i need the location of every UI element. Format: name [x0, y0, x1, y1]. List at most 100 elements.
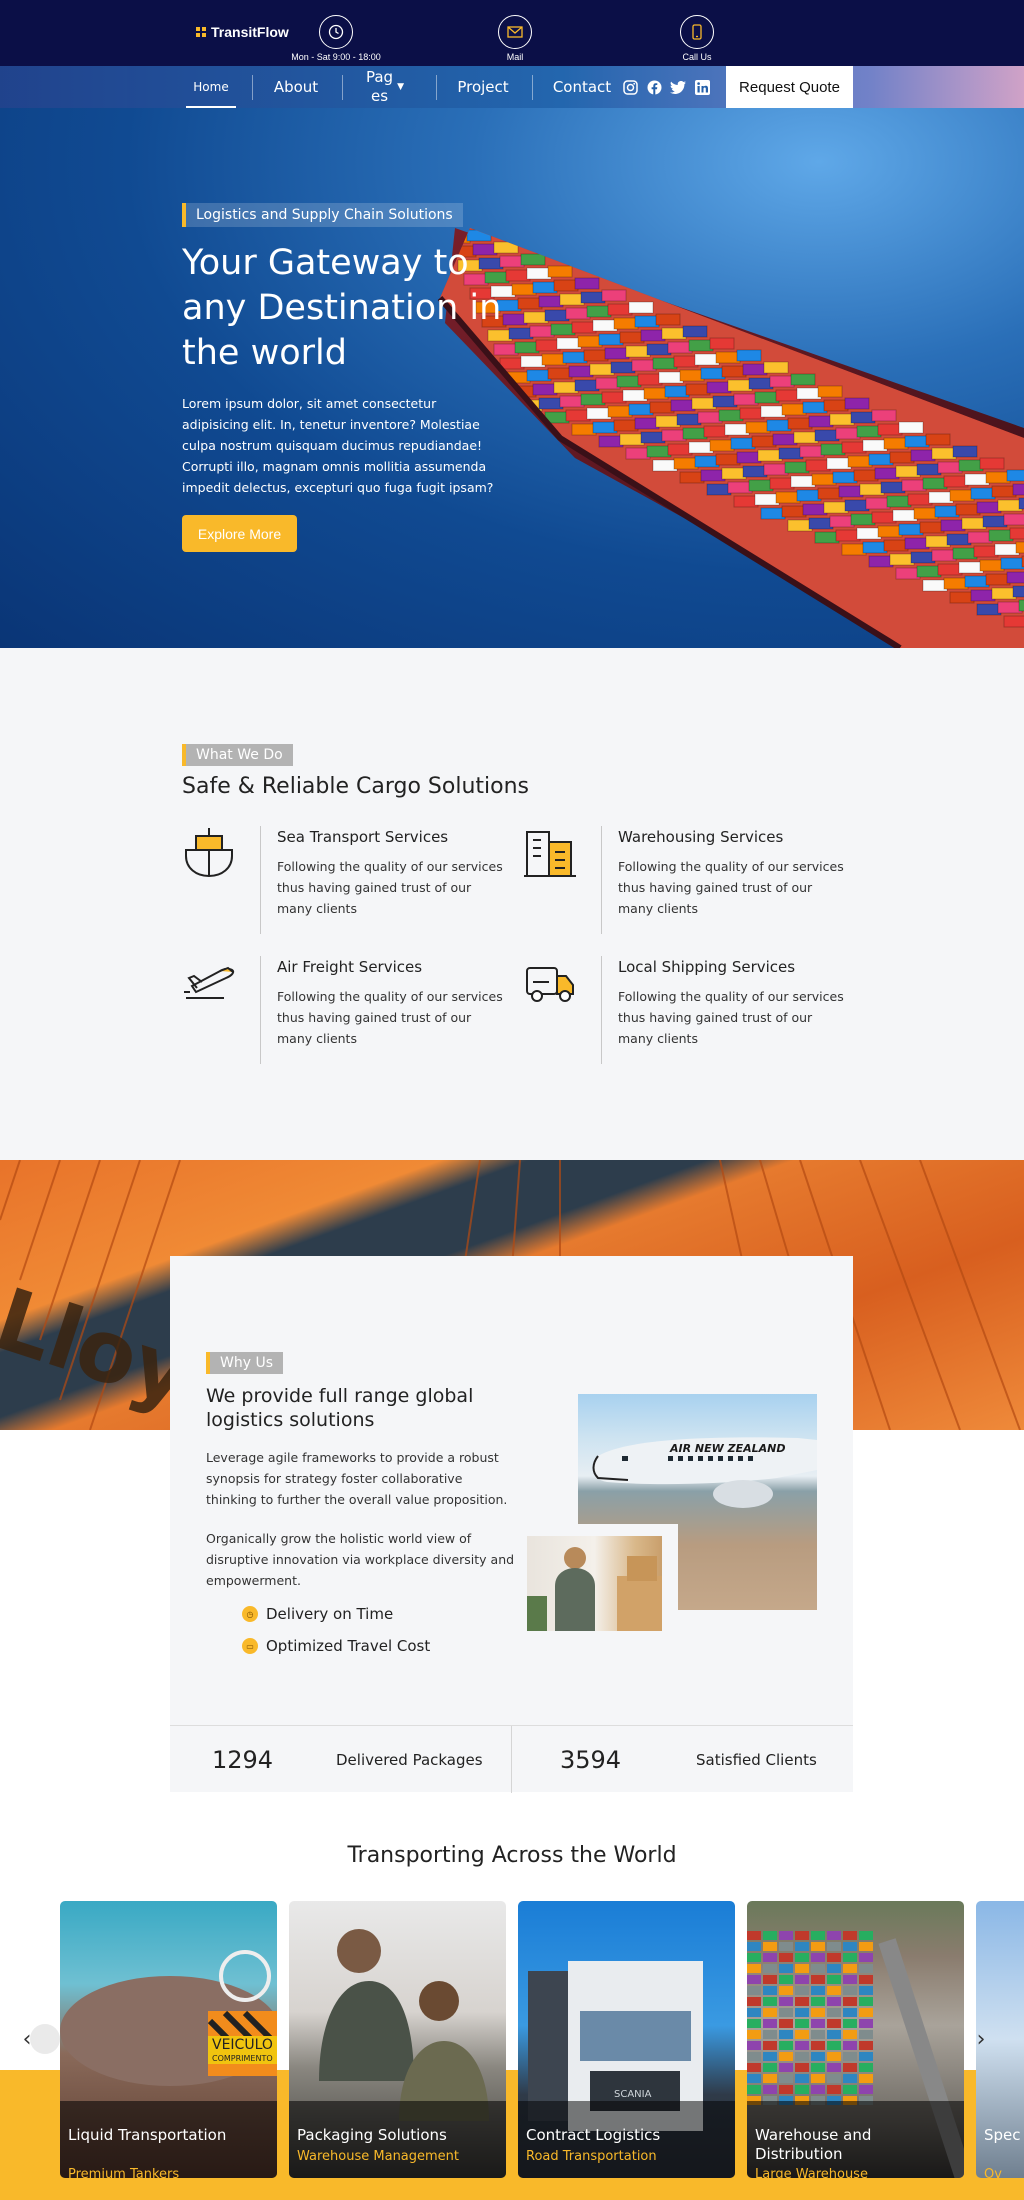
ship-container	[640, 329, 666, 342]
twitter-icon[interactable]	[669, 78, 687, 96]
port-container	[747, 2063, 761, 2072]
ship-container	[802, 401, 828, 414]
ship-container	[571, 423, 597, 436]
ship-container	[607, 303, 633, 316]
port-container	[843, 2052, 857, 2061]
stats-bar: 1294 Delivered Packages 3594 Satisfied C…	[170, 1725, 853, 1793]
ship-container	[733, 495, 759, 508]
ship-container	[625, 345, 651, 358]
ship-container	[961, 517, 987, 530]
nav-project[interactable]: Project	[448, 66, 518, 108]
brand-logo[interactable]: TransitFlow	[196, 24, 289, 40]
service-card[interactable]: Packaging Solutions Warehouse Management	[289, 1901, 506, 2178]
linkedin-icon[interactable]	[693, 78, 711, 96]
ship-container	[1012, 585, 1024, 598]
ship-container	[973, 545, 999, 558]
stat-divider	[511, 1726, 512, 1793]
ship-container	[766, 419, 792, 432]
ship-container	[742, 363, 768, 376]
facebook-icon[interactable]	[645, 78, 663, 96]
ship-container	[856, 425, 882, 438]
port-container	[779, 1942, 793, 1951]
port-container	[811, 2085, 825, 2094]
ship-container	[835, 427, 861, 440]
explore-more-button[interactable]: Explore More	[182, 515, 297, 552]
ship-container	[922, 579, 948, 592]
service-card[interactable]: Warehouse and Distribution Large Warehou…	[747, 1901, 964, 2178]
ship-container	[763, 361, 789, 374]
carousel-prev-button[interactable]: ‹	[10, 2022, 60, 2056]
instagram-icon[interactable]	[621, 78, 639, 96]
port-container	[859, 1986, 873, 1995]
port-container	[747, 2008, 761, 2017]
port-container	[747, 1964, 761, 1973]
ship-container	[526, 267, 552, 280]
ship-container	[889, 553, 915, 566]
service-card[interactable]: SCANIA Contract Logistics Road Transport…	[518, 1901, 735, 2178]
port-container	[763, 2052, 777, 2061]
section-tag: Why Us	[206, 1352, 283, 1374]
ship-container	[655, 313, 681, 326]
ship-container	[598, 435, 624, 448]
hero-section: Logistics and Supply Chain Solutions You…	[0, 108, 1024, 648]
port-container	[843, 2030, 857, 2039]
port-container	[747, 1942, 761, 1951]
port-container	[827, 2019, 841, 2028]
ship-container	[763, 463, 789, 476]
port-container	[827, 1931, 841, 1940]
nav-divider	[532, 75, 533, 100]
nav-pages[interactable]: Pag es ▼	[360, 66, 410, 108]
port-container	[795, 2052, 809, 2061]
feature-item: ◷ Delivery on Time	[242, 1605, 393, 1623]
nav-about[interactable]: About	[262, 66, 330, 108]
card-subtitle: Road Transportation	[526, 2149, 657, 2164]
main-nav: Home About Pag es ▼ Project Contact	[0, 66, 1024, 108]
ship-container	[733, 393, 759, 406]
ship-container	[826, 457, 852, 470]
tanker-sign-subtext: COMPRIMENTO	[212, 2054, 273, 2063]
ship-container	[814, 531, 840, 544]
nav-contact[interactable]: Contact	[548, 66, 616, 108]
ship-container	[922, 477, 948, 490]
port-container	[811, 2063, 825, 2072]
ship-container	[817, 385, 843, 398]
port-container	[827, 2008, 841, 2017]
ship-container	[661, 429, 687, 442]
carousel-next-button[interactable]: ›	[964, 2022, 998, 2056]
port-container	[843, 1997, 857, 2006]
ship-container	[613, 317, 639, 330]
nav-divider	[342, 75, 343, 100]
why-us-paragraph: Leverage agile frameworks to provide a r…	[206, 1450, 508, 1507]
ship-container	[985, 471, 1011, 484]
ship-container	[580, 291, 606, 304]
ship-container	[925, 433, 951, 446]
port-container	[859, 1953, 873, 1962]
ship-container	[649, 401, 675, 414]
port-container	[843, 1986, 857, 1995]
ship-container	[862, 541, 888, 554]
phone-icon	[680, 15, 714, 49]
port-container	[795, 2008, 809, 2017]
port-container	[795, 2063, 809, 2072]
ship-container	[778, 447, 804, 460]
ship-container	[841, 441, 867, 454]
ship-container	[862, 439, 888, 452]
request-quote-button[interactable]: Request Quote	[726, 66, 853, 108]
service-text: Following the quality of our services th…	[277, 989, 503, 1046]
service-card[interactable]: VEICULO COMPRIMENTO Liquid Transportatio…	[60, 1901, 277, 2178]
port-container	[795, 2074, 809, 2083]
ship-container	[619, 433, 645, 446]
ship-container	[715, 453, 741, 466]
port-container	[859, 2008, 873, 2017]
ship-container	[1003, 513, 1024, 526]
ship-container	[532, 383, 558, 396]
call-info[interactable]: Call Us	[637, 15, 757, 62]
port-container	[779, 2074, 793, 2083]
nav-home[interactable]: Home	[186, 66, 236, 108]
ship-container	[970, 487, 996, 500]
ship-container	[511, 283, 537, 296]
ship-container	[730, 437, 756, 450]
mail-info[interactable]: Mail	[455, 15, 575, 62]
ship-container	[976, 603, 1002, 616]
service-text: Following the quality of our services th…	[618, 859, 844, 916]
